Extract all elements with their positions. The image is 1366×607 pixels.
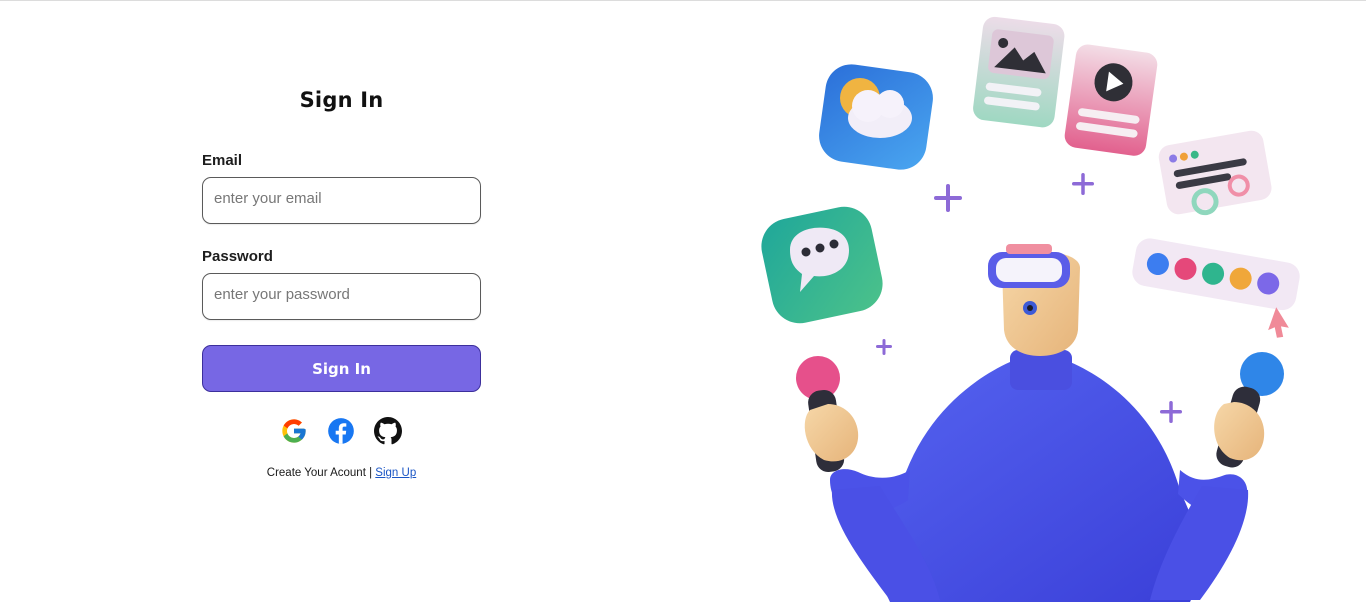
settings-card-icon (1158, 130, 1272, 216)
email-label: Email (202, 152, 243, 169)
signup-prompt: Create Your Acount | Sign Up (202, 467, 481, 479)
sign-up-link[interactable]: Sign Up (375, 467, 416, 479)
email-placeholder: enter your email (214, 189, 322, 207)
hero-illustration (740, 0, 1340, 602)
email-field[interactable]: enter your email (202, 177, 481, 224)
google-icon[interactable] (280, 417, 308, 445)
video-card-icon (1064, 44, 1158, 156)
signup-prompt-text: Create Your Acount (266, 467, 366, 479)
color-palette-icon (1132, 238, 1300, 338)
password-label: Password (202, 248, 273, 265)
vr-person-illustration (761, 16, 1300, 602)
sign-in-button[interactable]: Sign In (202, 345, 481, 392)
image-card-icon (973, 16, 1065, 128)
github-icon[interactable] (374, 417, 402, 445)
signin-panel: Sign In Email enter your email Password … (0, 0, 683, 602)
facebook-icon[interactable] (327, 417, 355, 445)
password-field[interactable]: enter your password (202, 273, 481, 320)
password-placeholder: enter your password (214, 285, 350, 303)
social-login-row (280, 417, 404, 445)
chat-icon (761, 206, 883, 324)
separator: | (369, 467, 373, 479)
page-title: Sign In (299, 88, 384, 112)
weather-icon (819, 64, 933, 170)
